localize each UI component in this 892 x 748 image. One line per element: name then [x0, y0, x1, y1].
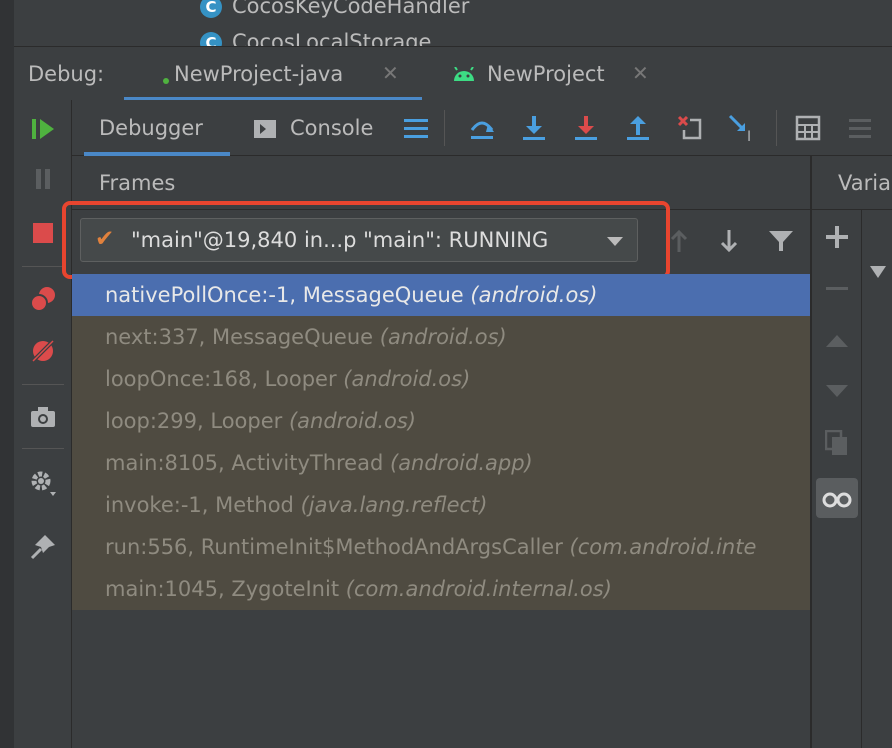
tree-item-label: CocosKeyCodeHandler: [232, 0, 470, 18]
tree-item-cocoskeycodehandler[interactable]: C CocosKeyCodeHandler: [200, 0, 469, 18]
step-over-icon[interactable]: [518, 112, 550, 144]
toolbar-separator: [22, 384, 64, 385]
resume-icon[interactable]: [28, 114, 58, 144]
java-run-dot-icon: [163, 78, 169, 84]
filter-icon[interactable]: [766, 226, 796, 256]
frame-package: (android.os): [470, 283, 598, 307]
pause-icon[interactable]: [28, 164, 58, 194]
variables-content: [862, 210, 892, 748]
frames-list: nativePollOnce:-1, MessageQueue (android…: [72, 274, 810, 610]
debugger-toolbar: Debugger Console I: [72, 100, 892, 156]
debug-tab-newproject[interactable]: NewProject ✕: [446, 47, 676, 101]
frames-empty-area: [72, 610, 810, 748]
variables-header: Varia: [812, 156, 892, 210]
trace-icon[interactable]: [844, 112, 876, 144]
frame-method: main:1045, ZygoteInit: [105, 577, 340, 601]
project-tree-strip: C CocosKeyCodeHandler C CocosLocalStorage: [0, 0, 892, 46]
expand-triangle-icon[interactable]: [870, 266, 886, 278]
layout-icon[interactable]: [400, 112, 432, 144]
toolbar-separator: [22, 266, 64, 267]
drop-frame-icon[interactable]: [674, 112, 706, 144]
move-up-icon[interactable]: [822, 326, 852, 356]
debug-side-toolbar: [14, 100, 72, 748]
frame-package: (com.android.inte: [569, 535, 757, 559]
toolbar-separator: [22, 448, 64, 449]
frame-row[interactable]: loop:299, Looper (android.os): [72, 400, 810, 442]
view-breakpoints-icon[interactable]: [28, 284, 58, 314]
frame-method: loopOnce:168, Looper: [105, 367, 337, 391]
run-to-cursor-icon[interactable]: I: [726, 112, 758, 144]
pin-icon[interactable]: [28, 532, 58, 562]
arrow-down-icon[interactable]: [714, 226, 744, 256]
frames-title: Frames: [99, 171, 176, 195]
mute-breakpoints-icon[interactable]: [28, 336, 58, 366]
tab-label: Console: [290, 116, 374, 140]
frame-row[interactable]: run:556, RuntimeInit$MethodAndArgsCaller…: [72, 526, 810, 568]
evaluate-expression-icon[interactable]: [792, 112, 824, 144]
glasses-icon[interactable]: [822, 484, 852, 514]
tab-console[interactable]: Console: [254, 100, 384, 156]
frame-row[interactable]: nativePollOnce:-1, MessageQueue (android…: [72, 274, 810, 316]
show-execution-point-icon[interactable]: [466, 112, 498, 144]
frame-row[interactable]: loopOnce:168, Looper (android.os): [72, 358, 810, 400]
frame-package: (android.os): [288, 409, 416, 433]
tree-item-cocoslocalstorage[interactable]: C CocosLocalStorage: [200, 30, 431, 46]
class-icon: C: [200, 0, 222, 18]
add-icon[interactable]: [822, 222, 852, 252]
frame-package: (android.app): [390, 451, 533, 475]
class-icon: C: [200, 32, 222, 46]
frame-method: invoke:-1, Method: [105, 493, 294, 517]
frame-row[interactable]: invoke:-1, Method (java.lang.reflect): [72, 484, 810, 526]
stop-icon[interactable]: [28, 218, 58, 248]
svg-text:I: I: [747, 129, 751, 143]
frame-package: (android.os): [343, 367, 471, 391]
frame-method: nativePollOnce:-1, MessageQueue: [105, 283, 464, 307]
settings-icon[interactable]: [28, 468, 58, 498]
frame-row[interactable]: main:8105, ActivityThread (android.app): [72, 442, 810, 484]
frame-method: next:337, MessageQueue: [105, 325, 374, 349]
remove-icon[interactable]: [822, 274, 852, 304]
step-into-icon[interactable]: [570, 112, 602, 144]
frame-package: (com.android.internal.os): [345, 577, 612, 601]
frame-row[interactable]: next:337, MessageQueue (android.os): [72, 316, 810, 358]
debug-tab-newproject-java[interactable]: NewProject-java ✕: [124, 47, 422, 101]
move-down-icon[interactable]: [822, 376, 852, 406]
close-icon[interactable]: ✕: [382, 61, 399, 85]
duplicate-icon[interactable]: [822, 428, 852, 458]
frame-method: run:556, RuntimeInit$MethodAndArgsCaller: [105, 535, 563, 559]
annotation-highlight-box: [62, 201, 670, 279]
variables-toolbar: [812, 210, 862, 748]
android-icon: [454, 67, 474, 81]
close-icon[interactable]: ✕: [632, 61, 649, 85]
tab-label: Debugger: [99, 116, 203, 140]
debug-tab-bar: Debug: NewProject-java ✕ NewProject ✕: [14, 46, 892, 101]
frame-method: main:8105, ActivityThread: [105, 451, 384, 475]
toolbar-separator: [776, 110, 777, 146]
force-step-into-icon[interactable]: [622, 112, 654, 144]
frame-method: loop:299, Looper: [105, 409, 283, 433]
debug-label: Debug:: [28, 62, 105, 86]
toolbar-separator: [444, 110, 445, 146]
debug-tab-label: NewProject: [487, 62, 605, 86]
tree-item-label: CocosLocalStorage: [232, 30, 432, 46]
camera-icon[interactable]: [28, 402, 58, 432]
console-icon: [254, 120, 276, 138]
debug-tab-label: NewProject-java: [174, 62, 344, 86]
frame-package: (java.lang.reflect): [300, 493, 488, 517]
variables-title: Varia: [838, 171, 891, 195]
frame-package: (android.os): [379, 325, 507, 349]
tab-debugger[interactable]: Debugger: [84, 100, 230, 156]
left-gutter: [0, 46, 14, 748]
frame-row[interactable]: main:1045, ZygoteInit (com.android.inter…: [72, 568, 810, 610]
